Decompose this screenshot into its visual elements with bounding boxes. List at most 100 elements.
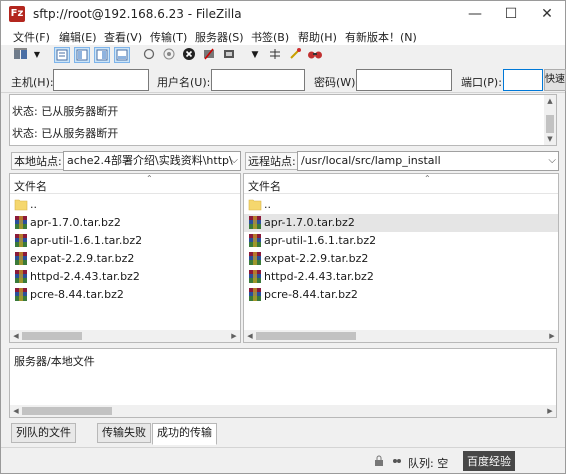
quickconnect-button[interactable]: 快速连接(Q) [544, 69, 566, 91]
toggle-local-tree-icon[interactable] [74, 47, 90, 63]
window-title: sftp://root@192.168.6.23 - FileZilla [33, 7, 242, 21]
log-scrollbar[interactable]: ▲ ▼ [544, 95, 556, 145]
scroll-down-icon[interactable]: ▼ [544, 135, 556, 143]
list-item[interactable]: .. [10, 196, 240, 214]
file-name: apr-util-1.6.1.tar.bz2 [264, 234, 377, 247]
list-item[interactable]: apr-util-1.6.1.tar.bz2 [244, 232, 558, 250]
file-name: .. [30, 198, 37, 211]
remote-file-list[interactable]: 文件名 ⌃ .. apr-1.7.0.tar.bz2 apr-util-1.6.… [243, 173, 559, 343]
list-item[interactable]: pcre-8.44.tar.bz2 [244, 286, 558, 304]
folder-icon [14, 199, 28, 211]
local-column-header[interactable]: 文件名 ⌃ [10, 174, 240, 194]
remote-h-scrollbar[interactable]: ◀ ▶ [244, 330, 558, 342]
remote-path-text: /usr/local/src/lamp_install [301, 154, 441, 167]
list-item[interactable]: httpd-2.4.43.tar.bz2 [10, 268, 240, 286]
tab-queued-files[interactable]: 列队的文件 [11, 423, 76, 443]
sort-arrow-icon: ⌃ [424, 174, 431, 183]
minimize-button[interactable]: — [457, 1, 493, 27]
queue-column-header[interactable]: 服务器/本地文件 [14, 353, 95, 369]
port-input[interactable] [503, 69, 543, 91]
tab-successful-transfers[interactable]: 成功的传输 [152, 423, 217, 445]
chevron-down-icon[interactable]: ⌵ [548, 152, 556, 170]
dropdown-icon[interactable]: ▼ [32, 47, 42, 63]
menu-new-version[interactable]: 有新版本！(N) [345, 29, 417, 45]
list-item[interactable]: .. [244, 196, 558, 214]
archive-icon [249, 234, 261, 247]
menu-transfer[interactable]: 传输(T) [150, 29, 187, 45]
list-item[interactable]: apr-util-1.6.1.tar.bz2 [10, 232, 240, 250]
close-button[interactable]: ✕ [529, 1, 565, 27]
scroll-left-icon[interactable]: ◀ [10, 330, 22, 342]
folder-icon [248, 199, 262, 211]
host-input[interactable] [53, 69, 149, 91]
menu-file[interactable]: 文件(F) [13, 29, 50, 45]
refresh-icon[interactable] [141, 47, 157, 63]
scroll-right-icon[interactable]: ▶ [228, 330, 240, 342]
local-site-bar: 本地站点: ache2.4部署介绍\实践资料\http\ ⌵ [9, 151, 241, 173]
filename-column[interactable]: 文件名 [248, 178, 281, 194]
toggle-log-icon[interactable] [54, 47, 70, 63]
tab-failed-transfers[interactable]: 传输失败 [97, 423, 151, 443]
archive-icon [249, 288, 261, 301]
log-line: 状态: 已从服务器断开 [12, 127, 119, 140]
chevron-down-icon[interactable]: ⌵ [230, 152, 238, 170]
queue-h-scrollbar[interactable]: ◀ ▶ [10, 405, 556, 417]
toggle-queue-icon[interactable] [114, 47, 130, 63]
transfer-queue[interactable]: 服务器/本地文件 ◀ ▶ [9, 348, 557, 418]
scroll-left-icon[interactable]: ◀ [10, 405, 22, 417]
local-h-scrollbar[interactable]: ◀ ▶ [10, 330, 240, 342]
local-scroll-thumb[interactable] [22, 332, 82, 340]
local-file-list[interactable]: 文件名 ⌃ .. apr-1.7.0.tar.bz2 apr-util-1.6.… [9, 173, 241, 343]
file-name: apr-1.7.0.tar.bz2 [264, 216, 355, 229]
reconnect-icon[interactable] [221, 47, 237, 63]
message-log[interactable]: 状态: 已从服务器断开 状态: 已从服务器断开 ▲ ▼ [9, 94, 557, 146]
queue-status: 队列: 空 [408, 457, 449, 470]
search-icon[interactable] [307, 47, 323, 63]
password-input[interactable] [356, 69, 452, 91]
menu-edit[interactable]: 编辑(E) [59, 29, 97, 45]
menu-server[interactable]: 服务器(S) [195, 29, 244, 45]
queue-scroll-thumb[interactable] [22, 407, 112, 415]
site-manager-icon[interactable] [13, 47, 29, 63]
lock-icon [373, 455, 385, 467]
host-label: 主机(H): [11, 76, 54, 89]
list-item[interactable]: apr-1.7.0.tar.bz2 [10, 214, 240, 232]
file-name: pcre-8.44.tar.bz2 [264, 288, 358, 301]
filter-icon[interactable]: ▼ [247, 47, 263, 63]
scroll-right-icon[interactable]: ▶ [546, 330, 558, 342]
list-item[interactable]: expat-2.2.9.tar.bz2 [244, 250, 558, 268]
cancel-icon[interactable] [181, 47, 197, 63]
filename-column[interactable]: 文件名 [14, 178, 47, 194]
archive-icon [249, 216, 261, 229]
username-input[interactable] [211, 69, 305, 91]
scroll-up-icon[interactable]: ▲ [544, 97, 556, 105]
process-queue-icon[interactable] [161, 47, 177, 63]
menu-view[interactable]: 查看(V) [104, 29, 142, 45]
sort-arrow-icon: ⌃ [146, 174, 153, 183]
maximize-button[interactable]: ☐ [493, 1, 529, 27]
archive-icon [15, 252, 27, 265]
toggle-remote-tree-icon[interactable] [94, 47, 110, 63]
log-line: 状态: 已从服务器断开 [12, 105, 119, 118]
menu-bookmarks[interactable]: 书签(B) [251, 29, 289, 45]
archive-icon [249, 252, 261, 265]
file-name: httpd-2.4.43.tar.bz2 [30, 270, 140, 283]
file-name: expat-2.2.9.tar.bz2 [264, 252, 369, 265]
remote-column-header[interactable]: 文件名 ⌃ [244, 174, 558, 194]
compare-icon[interactable] [267, 47, 283, 63]
list-item[interactable]: expat-2.2.9.tar.bz2 [10, 250, 240, 268]
scroll-right-icon[interactable]: ▶ [544, 405, 556, 417]
local-path-combo[interactable]: ache2.4部署介绍\实践资料\http\ ⌵ [63, 151, 241, 171]
log-scroll-thumb[interactable] [546, 115, 554, 133]
scroll-left-icon[interactable]: ◀ [244, 330, 256, 342]
title-bar[interactable]: Fz sftp://root@192.168.6.23 - FileZilla … [1, 1, 565, 27]
list-item[interactable]: pcre-8.44.tar.bz2 [10, 286, 240, 304]
list-item-selected[interactable]: apr-1.7.0.tar.bz2 [244, 214, 558, 232]
sync-browse-icon[interactable] [287, 47, 303, 63]
list-item[interactable]: httpd-2.4.43.tar.bz2 [244, 268, 558, 286]
remote-path-combo[interactable]: /usr/local/src/lamp_install ⌵ [297, 151, 559, 171]
disconnect-icon[interactable] [201, 47, 217, 63]
status-bar: 队列: 空 百度经验 [1, 447, 565, 473]
remote-scroll-thumb[interactable] [256, 332, 356, 340]
menu-help[interactable]: 帮助(H) [298, 29, 337, 45]
